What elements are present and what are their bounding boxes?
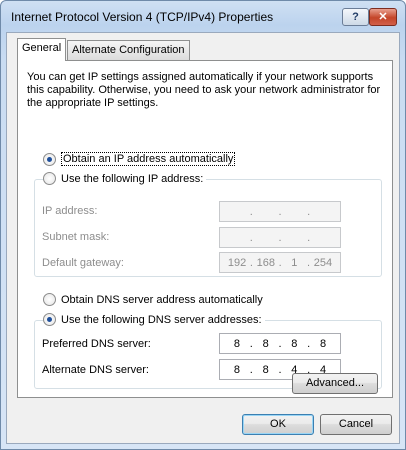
radio-selected-icon	[43, 152, 56, 166]
radio-unselected-icon	[43, 172, 56, 185]
obtain-dns-auto-radio[interactable]: Obtain DNS server address automatically	[43, 293, 263, 306]
use-following-dns-radio[interactable]: Use the following DNS server addresses:	[43, 313, 265, 326]
preferred-dns-field[interactable]: 8.8.8.8	[219, 333, 341, 354]
default-gateway-field[interactable]: 192. 168. 1. 254	[219, 252, 341, 273]
ok-button[interactable]: OK	[242, 414, 314, 435]
general-tab-panel: You can get IP settings assigned automat…	[17, 60, 393, 398]
obtain-ip-auto-label: Obtain an IP address automatically	[61, 152, 236, 166]
help-button[interactable]: ?	[342, 8, 369, 26]
title-bar[interactable]: Internet Protocol Version 4 (TCP/IPv4) P…	[1, 1, 405, 31]
help-icon: ?	[352, 11, 359, 23]
close-button[interactable]: ✕	[369, 8, 397, 26]
subnet-mask-field[interactable]: ...	[219, 227, 341, 248]
obtain-dns-auto-label: Obtain DNS server address automatically	[61, 293, 263, 306]
radio-unselected-icon	[43, 293, 56, 306]
use-following-ip-radio[interactable]: Use the following IP address:	[43, 172, 207, 185]
default-gateway-label: Default gateway:	[42, 257, 124, 269]
subnet-mask-label: Subnet mask:	[42, 231, 110, 243]
close-icon: ✕	[378, 11, 388, 23]
description-text: You can get IP settings assigned automat…	[27, 71, 381, 109]
alternate-dns-label: Alternate DNS server:	[42, 364, 149, 376]
use-following-ip-label: Use the following IP address:	[61, 172, 204, 185]
ip-address-field[interactable]: ...	[219, 201, 341, 222]
window-title: Internet Protocol Version 4 (TCP/IPv4) P…	[11, 10, 274, 24]
cancel-button[interactable]: Cancel	[320, 414, 392, 435]
radio-selected-icon	[43, 313, 56, 326]
tab-alternate-configuration[interactable]: Alternate Configuration	[67, 40, 190, 60]
dialog-client-area: General Alternate Configuration You can …	[6, 32, 400, 444]
obtain-ip-auto-radio[interactable]: Obtain an IP address automatically	[43, 152, 236, 166]
preferred-dns-label: Preferred DNS server:	[42, 338, 151, 350]
ip-address-label: IP address:	[42, 205, 98, 217]
ipv4-properties-dialog: Internet Protocol Version 4 (TCP/IPv4) P…	[0, 0, 406, 450]
advanced-button[interactable]: Advanced...	[292, 373, 378, 394]
tab-general[interactable]: General	[17, 38, 67, 61]
use-following-dns-label: Use the following DNS server addresses:	[61, 313, 262, 326]
